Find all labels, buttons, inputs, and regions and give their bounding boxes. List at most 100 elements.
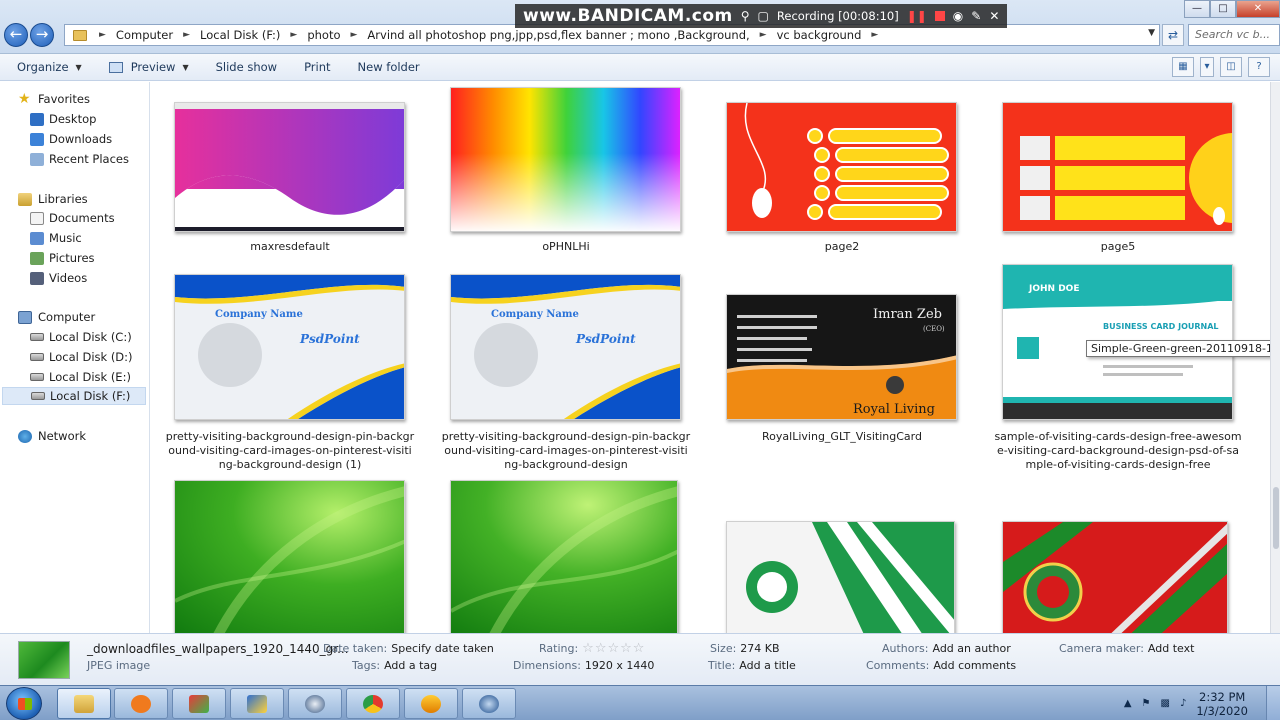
taskbar-app-5[interactable] (288, 688, 342, 719)
breadcrumb-vc-background[interactable]: vc background (775, 28, 864, 42)
taskbar-explorer[interactable] (57, 688, 111, 719)
chevron-up-icon[interactable]: ▲ (1124, 698, 1132, 709)
thumbnail (450, 480, 678, 633)
nav-documents[interactable]: Documents (30, 211, 115, 225)
help-button[interactable]: ? (1248, 57, 1270, 77)
tags-field[interactable]: Tags: Add a tag (352, 659, 437, 672)
chevron-right-icon[interactable]: ► (756, 30, 771, 40)
back-button[interactable]: ← (4, 23, 28, 47)
search-icon[interactable]: ⚲ (741, 9, 750, 23)
preview-pane-button[interactable]: ◫ (1220, 57, 1242, 77)
camera-maker-field[interactable]: Camera maker: Add text (1059, 642, 1194, 655)
size-label: Size: (710, 642, 737, 655)
stop-icon[interactable] (934, 11, 945, 21)
taskbar-app-7[interactable] (404, 688, 458, 719)
card-brand: PsdPoint (575, 332, 636, 346)
taskbar-drawing-app[interactable] (230, 688, 284, 719)
camera-icon[interactable]: ◉ (953, 9, 963, 23)
view-dropdown-button[interactable]: ▾ (1200, 57, 1214, 77)
authors-value[interactable]: Add an author (932, 642, 1010, 655)
nav-disk-c[interactable]: Local Disk (C:) (30, 330, 132, 344)
close-button[interactable]: ✕ (1236, 0, 1280, 18)
new-folder-button[interactable]: New folder (341, 60, 430, 74)
forward-button[interactable]: → (30, 23, 54, 47)
show-desktop-button[interactable] (1266, 686, 1280, 720)
network-signal-icon[interactable]: ▩ (1161, 698, 1170, 709)
close-icon[interactable]: ✕ (989, 9, 999, 23)
date-taken-field[interactable]: Date taken: Specify date taken (323, 642, 494, 655)
preview-button[interactable]: Preview ▼ (92, 60, 199, 74)
tags-value[interactable]: Add a tag (384, 659, 437, 672)
camera-maker-value[interactable]: Add text (1148, 642, 1195, 655)
rating-stars[interactable]: ☆☆☆☆☆ (582, 641, 645, 656)
authors-field[interactable]: Authors: Add an author (882, 642, 1011, 655)
nav-libraries-label: Libraries (38, 192, 88, 206)
taskbar-app-8[interactable] (462, 688, 516, 719)
file-name: pretty-visiting-background-design-pin-ba… (165, 430, 415, 471)
chevron-down-icon: ▼ (75, 62, 82, 72)
slideshow-button[interactable]: Slide show (199, 60, 287, 74)
nav-pictures[interactable]: Pictures (30, 251, 95, 265)
chevron-right-icon[interactable]: ► (347, 30, 362, 40)
nav-disk-e[interactable]: Local Disk (E:) (30, 370, 131, 384)
scrollbar-thumb[interactable] (1273, 487, 1279, 549)
nav-videos-label: Videos (49, 271, 88, 285)
maximize-button[interactable]: □ (1210, 0, 1236, 18)
volume-icon[interactable]: ♪ (1180, 698, 1186, 709)
rating-label: Rating: (539, 642, 579, 655)
nav-libraries[interactable]: Libraries (18, 192, 88, 206)
nav-network[interactable]: Network (18, 429, 86, 443)
refresh-button[interactable]: ⇄ (1162, 24, 1184, 46)
nav-desktop[interactable]: Desktop (30, 112, 96, 126)
breadcrumb-local-disk-f[interactable]: Local Disk (F:) (198, 28, 282, 42)
nav-disk-f-label: Local Disk (F:) (50, 389, 131, 403)
rating-field[interactable]: Rating: ☆☆☆☆☆ (539, 641, 645, 656)
file-name: page2 (824, 240, 860, 253)
camera-maker-label: Camera maker: (1059, 642, 1144, 655)
chevron-right-icon[interactable]: ► (179, 30, 194, 40)
comments-field[interactable]: Comments: Add comments (866, 659, 1016, 672)
taskbar-media-player[interactable] (114, 688, 168, 719)
nav-disk-d[interactable]: Local Disk (D:) (30, 350, 133, 364)
title-field[interactable]: Title: Add a title (708, 659, 796, 672)
libraries-icon (18, 192, 32, 206)
file-list: maxresdefault oPHNLHi page2 page5 Compan… (151, 82, 1270, 633)
nav-favorites[interactable]: ★ Favorites (18, 92, 90, 107)
clock[interactable]: 2:32 PM 1/3/2020 (1196, 690, 1248, 718)
pause-icon[interactable]: ❚❚ (907, 9, 927, 23)
nav-recent-places[interactable]: Recent Places (30, 152, 129, 166)
pencil-icon[interactable]: ✎ (971, 9, 981, 23)
nav-disk-f[interactable]: Local Disk (F:) (2, 387, 146, 405)
chevron-right-icon[interactable]: ► (95, 30, 110, 40)
selected-file-name: _downloadfiles_wallpapers_1920_1440_gr..… (87, 642, 349, 656)
chevron-right-icon[interactable]: ► (867, 30, 882, 40)
breadcrumb-computer[interactable]: Computer (114, 28, 175, 42)
chevron-down-icon[interactable]: ▼ (1148, 28, 1155, 38)
breadcrumb-photo[interactable]: photo (305, 28, 342, 42)
change-view-button[interactable]: ▦ (1172, 57, 1194, 77)
title-value[interactable]: Add a title (739, 659, 796, 672)
nav-computer[interactable]: Computer (18, 310, 95, 324)
file-name: oPHNLHi (542, 240, 590, 253)
nav-videos[interactable]: Videos (30, 271, 87, 285)
print-button[interactable]: Print (287, 60, 340, 74)
organize-button[interactable]: Organize ▼ (0, 60, 92, 74)
vertical-scrollbar[interactable] (1270, 82, 1280, 633)
file-name: RoyalLiving_GLT_VisitingCard (762, 430, 922, 443)
details-pane: _downloadfiles_wallpapers_1920_1440_gr..… (0, 633, 1280, 685)
clock-date: 1/3/2020 (1196, 703, 1248, 718)
comments-value[interactable]: Add comments (933, 659, 1016, 672)
taskbar-paint-app[interactable] (172, 688, 226, 719)
nav-downloads[interactable]: Downloads (30, 132, 112, 146)
search-input[interactable]: Search vc b... (1188, 24, 1280, 46)
start-button[interactable] (6, 687, 42, 720)
nav-music[interactable]: Music (30, 231, 82, 245)
breadcrumb-arvind-folder[interactable]: Arvind all photoshop png,jpp,psd,flex ba… (365, 28, 751, 42)
taskbar-chrome[interactable] (346, 688, 400, 719)
chevron-right-icon[interactable]: ► (286, 30, 301, 40)
flag-icon[interactable]: ⚑ (1142, 698, 1151, 709)
nav-desktop-label: Desktop (49, 112, 97, 126)
date-taken-value[interactable]: Specify date taken (391, 642, 494, 655)
nav-downloads-label: Downloads (49, 132, 113, 146)
minimize-button[interactable]: — (1184, 0, 1210, 18)
